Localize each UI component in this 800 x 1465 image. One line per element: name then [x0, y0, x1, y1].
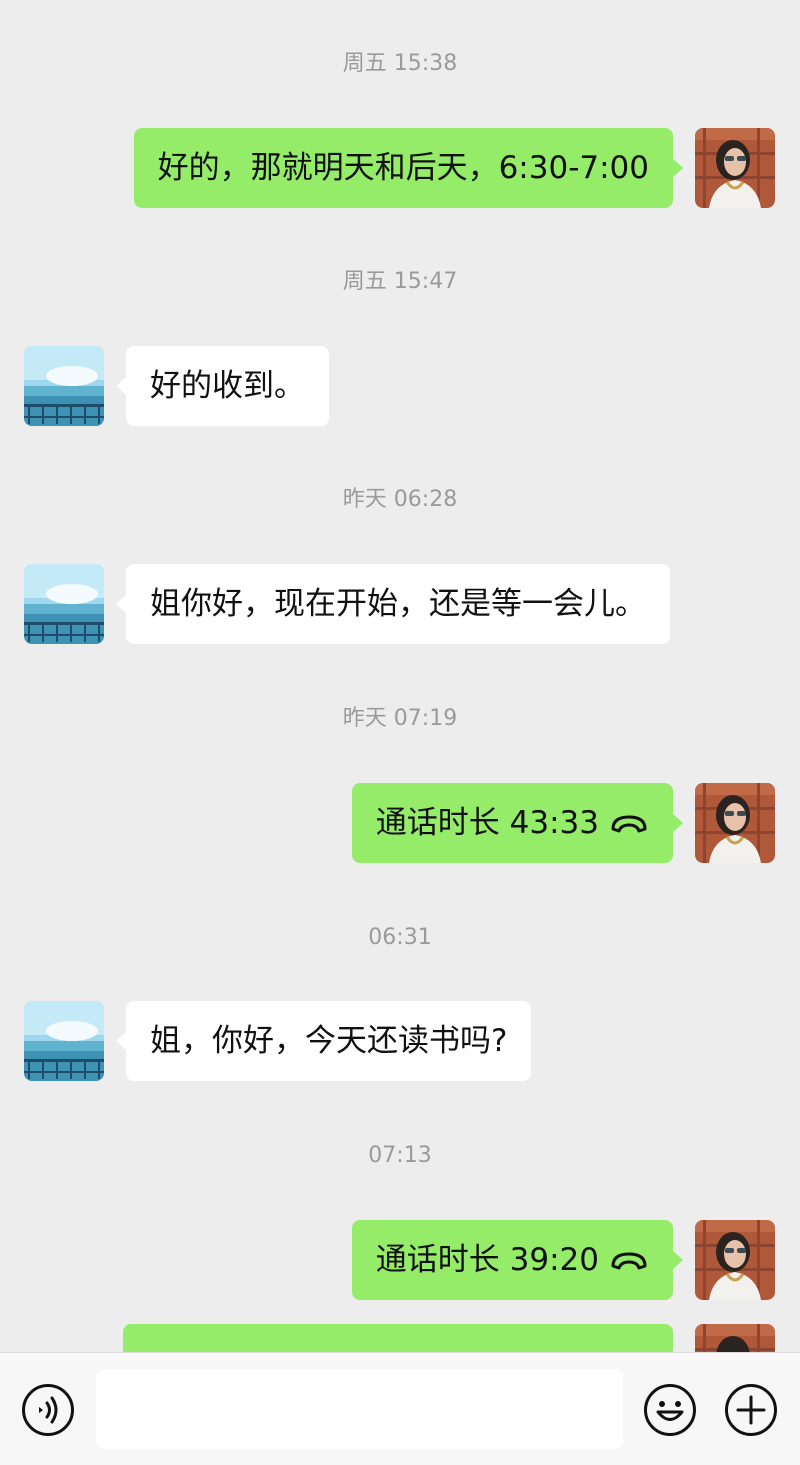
- call-record-bubble[interactable]: 通话时长 39:20: [351, 1220, 684, 1300]
- avatar-image-woman: [695, 128, 775, 208]
- my-avatar[interactable]: [695, 783, 775, 863]
- phone-hangup-icon: [611, 815, 647, 832]
- timestamp: 07:13: [368, 1143, 432, 1168]
- contact-avatar[interactable]: [24, 564, 104, 644]
- message-input[interactable]: [96, 1369, 623, 1449]
- my-avatar[interactable]: [695, 1220, 775, 1300]
- voice-icon: [22, 1384, 74, 1436]
- call-duration-text: 通话时长 43:33: [375, 805, 599, 841]
- avatar-image-woman: [695, 1220, 775, 1300]
- timestamp: 周五 15:38: [342, 51, 458, 76]
- chat-area[interactable]: 周五 15:38 好的，那就明天和后天，6:30-7:00 周五 15:47 好…: [0, 0, 800, 1352]
- message-bubble-sent[interactable]: 好的，那就明天和后天，6:30-7:00: [133, 128, 684, 208]
- message-bubble-received[interactable]: 姐你好，现在开始，还是等一会儿。: [116, 564, 670, 644]
- avatar-image-woman: [695, 783, 775, 863]
- message-bubble-received[interactable]: 好的收到。: [116, 346, 329, 426]
- emoji-button[interactable]: [643, 1383, 697, 1437]
- contact-avatar[interactable]: [24, 346, 104, 426]
- call-duration-text: 通话时长 39:20: [375, 1242, 599, 1278]
- timestamp: 昨天 06:28: [342, 487, 458, 512]
- my-avatar[interactable]: [695, 1324, 775, 1352]
- message-bubble-received[interactable]: 姐，你好，今天还读书吗?: [115, 1001, 532, 1081]
- avatar-image-woman: [695, 1324, 775, 1352]
- avatar-image-sea: [24, 564, 104, 644]
- timestamp: 06:31: [368, 925, 432, 950]
- avatar-image-sea: [24, 346, 104, 426]
- phone-hangup-icon: [611, 1252, 647, 1269]
- message-bubble-sent-partial[interactable]: [123, 1324, 673, 1352]
- voice-toggle-button[interactable]: [21, 1383, 75, 1437]
- plus-icon: [725, 1384, 777, 1436]
- contact-avatar[interactable]: [24, 1001, 104, 1081]
- emoji-icon: [644, 1384, 696, 1436]
- my-avatar[interactable]: [695, 128, 775, 208]
- input-toolbar: [0, 1352, 800, 1465]
- timestamp: 昨天 07:19: [342, 706, 458, 731]
- more-options-button[interactable]: [724, 1383, 778, 1437]
- timestamp: 周五 15:47: [342, 269, 458, 294]
- call-record-bubble[interactable]: 通话时长 43:33: [351, 783, 684, 863]
- avatar-image-sea: [24, 1001, 104, 1081]
